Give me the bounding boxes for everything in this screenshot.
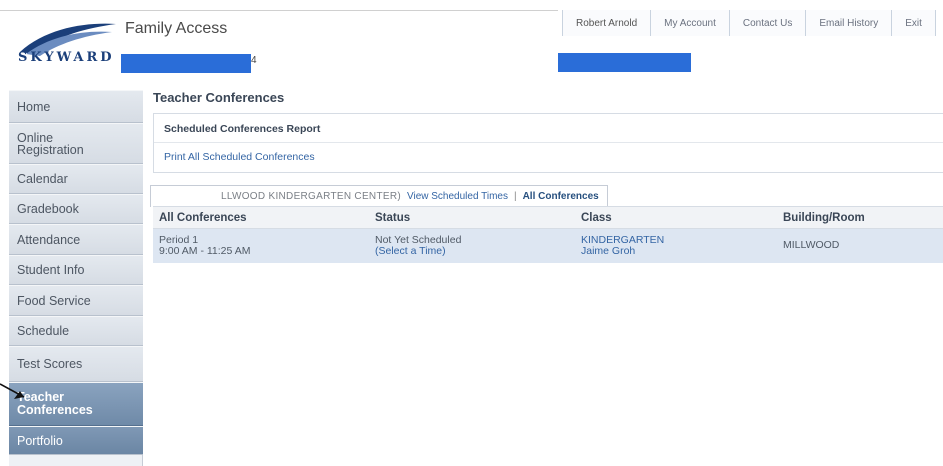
tab-all-conferences[interactable]: All Conferences xyxy=(523,191,599,202)
conference-tab-bar: LLWOOD KINDERGARTEN CENTER) View Schedul… xyxy=(150,185,608,207)
redacted-field xyxy=(558,53,691,72)
sidebar-item-label: Attendance xyxy=(17,232,81,247)
sidebar-item-label: Portfolio xyxy=(17,433,63,448)
table-row: Period 1 9:00 AM - 11:25 AM Not Yet Sche… xyxy=(153,228,943,263)
select-a-time-link[interactable]: (Select a Time) xyxy=(375,245,575,257)
sidebar-item-test-scores[interactable]: Test Scores xyxy=(9,346,143,382)
sidebar-item-student-info[interactable]: Student Info xyxy=(9,255,143,285)
header: SKYWARD Family Access 4 Robert Arnold My… xyxy=(0,0,943,86)
sidebar-item-label: Test Scores xyxy=(17,357,83,371)
print-all-conferences-link[interactable]: Print All Scheduled Conferences xyxy=(164,151,315,163)
sidebar-item-label: Online Registration xyxy=(17,130,84,157)
conferences-table: All Conferences Status Class Building/Ro… xyxy=(153,206,943,263)
period-time: 9:00 AM - 11:25 AM xyxy=(159,244,251,257)
teacher-name-link[interactable]: Jaime Groh xyxy=(581,245,777,257)
column-header-all-conferences: All Conferences xyxy=(153,206,369,229)
tab-school-name: LLWOOD KINDERGARTEN CENTER) xyxy=(221,191,401,202)
sidebar-item-label: Schedule xyxy=(17,324,70,338)
conference-class-cell: KINDERGARTEN Jaime Groh xyxy=(575,228,777,263)
conference-period-cell: Period 1 9:00 AM - 11:25 AM xyxy=(153,228,369,263)
tab-separator: | xyxy=(513,191,517,202)
report-divider xyxy=(154,142,943,143)
top-nav-my-account[interactable]: My Account xyxy=(651,10,730,36)
tab-view-scheduled-times[interactable]: View Scheduled Times xyxy=(407,191,508,202)
conference-building-cell: MILLWOOD xyxy=(777,228,943,263)
column-header-status: Status xyxy=(369,206,575,229)
scheduled-conferences-report-panel: Scheduled Conferences Report Print All S… xyxy=(153,113,943,173)
sidebar-item-label: Student Info xyxy=(17,263,85,277)
table-header-row: All Conferences Status Class Building/Ro… xyxy=(153,206,943,229)
sidebar-item-online-registration[interactable]: Online Registration xyxy=(9,123,143,164)
sidebar-item-calendar[interactable]: Calendar xyxy=(9,164,143,194)
sidebar-item-food-service[interactable]: Food Service xyxy=(9,285,143,316)
sidebar-item-gradebook[interactable]: Gradebook xyxy=(9,194,143,224)
pointer-arrow-icon xyxy=(0,383,25,399)
sidebar-item-portfolio[interactable]: Portfolio xyxy=(9,426,143,455)
redacted-student-name xyxy=(121,54,251,73)
top-nav: Robert Arnold My Account Contact Us Emai… xyxy=(562,10,936,36)
conference-status-cell: Not Yet Scheduled (Select a Time) xyxy=(369,228,575,263)
redaction-mark: 4 xyxy=(251,55,257,66)
column-header-building-room: Building/Room xyxy=(777,206,943,229)
sidebar-item-label: Calendar xyxy=(17,172,68,186)
top-nav-contact-us[interactable]: Contact Us xyxy=(730,10,807,36)
report-title: Scheduled Conferences Report xyxy=(164,123,321,135)
header-divider xyxy=(0,10,558,11)
top-nav-email-history[interactable]: Email History xyxy=(806,10,893,36)
sidebar-item-label: Home xyxy=(17,99,51,114)
sidebar-item-label: Gradebook xyxy=(17,202,79,216)
logo-wordmark: SKYWARD xyxy=(18,50,115,65)
column-header-class: Class xyxy=(575,206,777,229)
sidebar-item-schedule[interactable]: Schedule xyxy=(9,316,143,346)
sidebar-item-label: Food Service xyxy=(17,293,91,308)
sidebar-item-home[interactable]: Home xyxy=(9,90,143,123)
page-title: Teacher Conferences xyxy=(153,90,285,105)
top-nav-exit[interactable]: Exit xyxy=(892,10,936,36)
sidebar-item-attendance[interactable]: Attendance xyxy=(9,224,143,255)
top-nav-user-name[interactable]: Robert Arnold xyxy=(563,10,652,36)
app-title: Family Access xyxy=(125,20,228,37)
